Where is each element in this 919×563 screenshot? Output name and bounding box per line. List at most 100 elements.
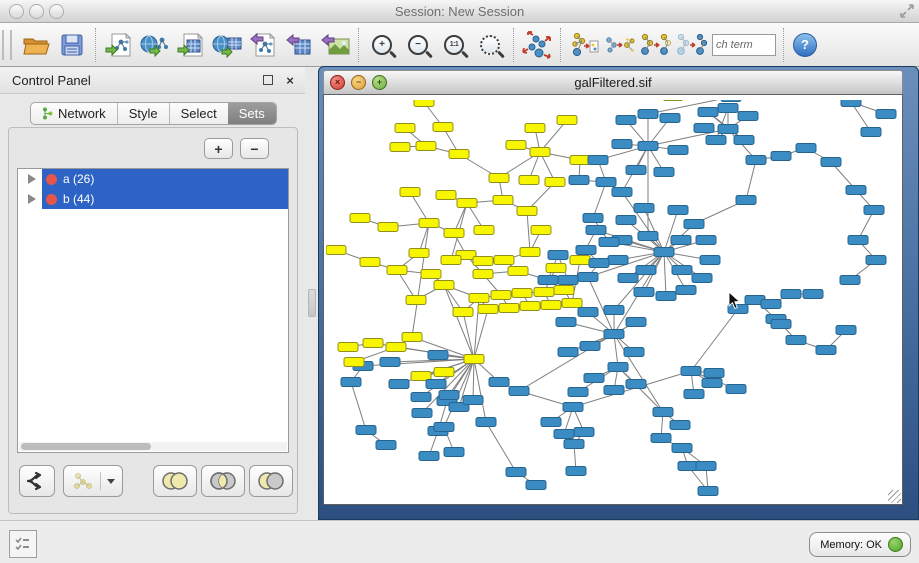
graph-node[interactable] xyxy=(512,289,532,298)
graph-node[interactable] xyxy=(678,462,698,471)
search-input[interactable] xyxy=(712,34,776,56)
graph-node[interactable] xyxy=(841,100,861,107)
graph-node[interactable] xyxy=(684,390,704,399)
export-network-button[interactable] xyxy=(245,27,281,63)
scrollbar-thumb[interactable] xyxy=(21,443,151,450)
graph-node[interactable] xyxy=(499,304,519,313)
graph-node[interactable] xyxy=(444,448,464,457)
zoom-fit-selected-button[interactable] xyxy=(472,27,508,63)
graph-node[interactable] xyxy=(721,100,741,102)
graph-node[interactable] xyxy=(604,330,624,339)
graph-node[interactable] xyxy=(545,178,565,187)
graph-node[interactable] xyxy=(570,256,590,265)
resize-grip[interactable] xyxy=(888,490,901,503)
graph-node[interactable] xyxy=(344,358,364,367)
graph-node[interactable] xyxy=(341,378,361,387)
graph-node[interactable] xyxy=(326,246,346,255)
graph-node[interactable] xyxy=(376,441,396,450)
graph-node[interactable] xyxy=(509,387,529,396)
graph-node[interactable] xyxy=(672,444,692,453)
intersection-sets-button[interactable] xyxy=(201,465,245,497)
graph-node[interactable] xyxy=(414,100,434,107)
fullscreen-icon[interactable] xyxy=(899,3,915,19)
graph-node[interactable] xyxy=(558,348,578,357)
graph-node[interactable] xyxy=(578,308,598,317)
graph-node[interactable] xyxy=(554,286,574,295)
tab-style[interactable]: Style xyxy=(117,103,169,124)
graph-node[interactable] xyxy=(846,186,866,195)
add-set-button[interactable]: + xyxy=(204,138,233,159)
graph-node[interactable] xyxy=(654,168,674,177)
graph-node[interactable] xyxy=(350,214,370,223)
graph-node[interactable] xyxy=(356,426,376,435)
import-network-file-button[interactable] xyxy=(101,27,137,63)
graph-node[interactable] xyxy=(406,296,426,305)
network-canvas[interactable] xyxy=(323,94,903,505)
graph-node[interactable] xyxy=(548,251,568,260)
export-table-button[interactable] xyxy=(281,27,317,63)
graph-node[interactable] xyxy=(474,226,494,235)
apply-layout-button[interactable] xyxy=(519,27,555,63)
graph-node[interactable] xyxy=(608,363,628,372)
graph-node[interactable] xyxy=(464,355,484,364)
window-titlebar[interactable]: Session: New Session xyxy=(0,0,919,23)
graph-node[interactable] xyxy=(493,196,513,205)
graph-node[interactable] xyxy=(569,176,589,185)
graph-node[interactable] xyxy=(676,286,696,295)
zoom-in-button[interactable]: + xyxy=(364,27,400,63)
graph-node[interactable] xyxy=(576,246,596,255)
export-image-button[interactable] xyxy=(317,27,353,63)
graph-node[interactable] xyxy=(556,318,576,327)
graph-node[interactable] xyxy=(578,273,598,282)
graph-node[interactable] xyxy=(426,380,446,389)
graph-node[interactable] xyxy=(612,140,632,149)
graph-node[interactable] xyxy=(796,144,816,153)
graph-node[interactable] xyxy=(848,236,868,245)
graph-node[interactable] xyxy=(618,274,638,283)
graph-node[interactable] xyxy=(816,346,836,355)
graph-node[interactable] xyxy=(363,339,383,348)
graph-node[interactable] xyxy=(718,125,738,134)
graph-node[interactable] xyxy=(692,274,712,283)
close-panel-button[interactable]: × xyxy=(283,73,297,87)
list-item[interactable]: a (26) xyxy=(18,169,288,189)
graph-node[interactable] xyxy=(506,468,526,477)
graph-node[interactable] xyxy=(604,306,624,315)
graph-node[interactable] xyxy=(441,256,461,265)
graph-node[interactable] xyxy=(453,308,473,317)
graph-node[interactable] xyxy=(821,158,841,167)
graph-node[interactable] xyxy=(546,264,566,273)
remove-set-button[interactable]: − xyxy=(240,138,269,159)
graph-node[interactable] xyxy=(449,150,469,159)
graph-node[interactable] xyxy=(436,191,456,200)
graph-node[interactable] xyxy=(566,467,586,476)
graph-node[interactable] xyxy=(672,266,692,275)
graph-node[interactable] xyxy=(654,248,674,257)
automation-panel-button[interactable] xyxy=(9,530,37,558)
graph-node[interactable] xyxy=(866,256,886,265)
graph-node[interactable] xyxy=(638,232,658,241)
graph-node[interactable] xyxy=(520,302,540,311)
graph-node[interactable] xyxy=(400,188,420,197)
graph-node[interactable] xyxy=(803,290,823,299)
divider-collapse-handle[interactable] xyxy=(308,289,316,317)
import-network-url-button[interactable] xyxy=(137,27,173,63)
graph-node[interactable] xyxy=(558,276,578,285)
help-button[interactable]: ? xyxy=(793,33,817,57)
graph-node[interactable] xyxy=(624,348,644,357)
graph-node[interactable] xyxy=(583,214,603,223)
graph-node[interactable] xyxy=(668,146,688,155)
graph-node[interactable] xyxy=(864,206,884,215)
graph-node[interactable] xyxy=(434,423,454,432)
graph-node[interactable] xyxy=(491,291,511,300)
graph-node[interactable] xyxy=(671,236,691,245)
graph-node[interactable] xyxy=(457,199,477,208)
graph-node[interactable] xyxy=(738,112,758,121)
graph-node[interactable] xyxy=(534,288,554,297)
graph-node[interactable] xyxy=(473,257,493,266)
graph-node[interactable] xyxy=(696,236,716,245)
graph-layer[interactable] xyxy=(326,100,903,505)
graph-node[interactable] xyxy=(616,216,636,225)
graph-node[interactable] xyxy=(395,124,415,133)
graph-node[interactable] xyxy=(589,259,609,268)
